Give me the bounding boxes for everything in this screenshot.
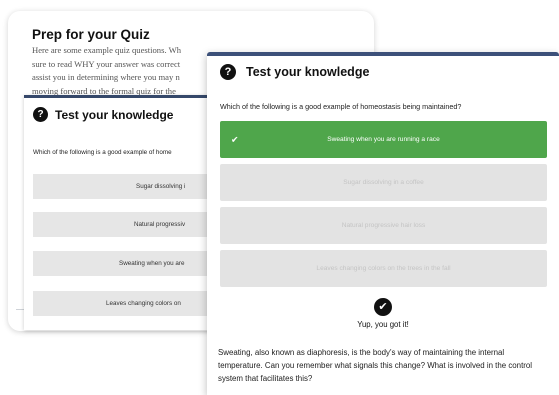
answer-option-label: Sweating when you are xyxy=(119,260,185,267)
quiz-heading: Test your knowledge xyxy=(55,107,174,122)
answer-option-label: Sugar dissolving in a coffee xyxy=(343,179,424,186)
prep-title: Prep for your Quiz xyxy=(32,27,150,42)
answer-option[interactable]: Leaves changing colors on xyxy=(33,291,214,316)
quiz-header: ? Test your knowledge xyxy=(220,64,369,80)
answer-option-label: Sweating when you are running a race xyxy=(327,136,440,143)
answer-option[interactable]: Natural progressiv xyxy=(33,212,214,237)
answer-explanation: Sweating, also known as diaphoresis, is … xyxy=(218,348,533,383)
quiz-question: Which of the following is a good example… xyxy=(33,149,172,156)
result-message: Yup, you got it! xyxy=(357,320,409,329)
answer-option[interactable]: Sweating when you are xyxy=(33,251,214,276)
quiz-question: Which of the following is a good example… xyxy=(220,102,462,111)
answer-option-label: Leaves changing colors on xyxy=(106,300,181,307)
answer-option-label: Sugar dissolving i xyxy=(136,183,186,190)
question-circle-icon: ? xyxy=(33,107,48,122)
answer-option[interactable]: Leaves changing colors on the trees in t… xyxy=(220,250,547,287)
answer-option-label: Natural progressive hair loss xyxy=(341,222,426,229)
answer-option-label: Natural progressiv xyxy=(134,221,186,228)
quiz-heading: Test your knowledge xyxy=(246,65,370,79)
answer-option[interactable]: Sugar dissolving i xyxy=(33,174,214,199)
answer-option[interactable]: Natural progressive hair loss xyxy=(220,207,547,244)
check-icon: ✔ xyxy=(231,134,239,144)
quiz-card-background: ? Test your knowledge Which of the follo… xyxy=(24,95,214,330)
answer-option-correct[interactable]: ✔ Sweating when you are running a race xyxy=(220,121,547,158)
answer-option-label: Leaves changing colors on the trees in t… xyxy=(316,265,451,272)
quiz-card: ? Test your knowledge Which of the follo… xyxy=(207,52,559,395)
answer-option[interactable]: Sugar dissolving in a coffee xyxy=(220,164,547,201)
quiz-header: ? Test your knowledge xyxy=(33,107,173,122)
check-circle-icon: ✔ xyxy=(374,298,392,316)
question-circle-icon: ? xyxy=(220,64,236,80)
